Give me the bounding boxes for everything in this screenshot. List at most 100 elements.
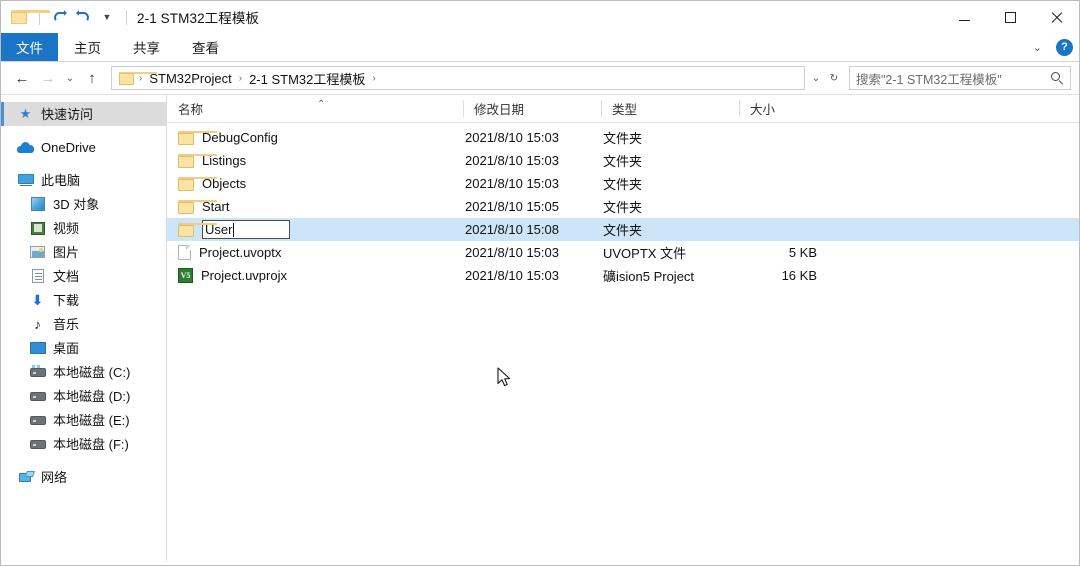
sidebar-item-label: 此电脑 xyxy=(41,172,81,188)
navigation-pane: ★ 快速访问 OneDrive 此电脑 3D 对象 视频 图片 文档 ⬇ 下载 … xyxy=(1,95,167,561)
address-bar: ← → ⌄ ↑ › STM32Project › 2-1 STM32工程模板 ›… xyxy=(1,62,1079,94)
recent-locations-icon[interactable]: ⌄ xyxy=(61,65,79,91)
sidebar-item-onedrive[interactable]: OneDrive xyxy=(1,135,166,159)
file-list-pane: 名称 ⌃ 修改日期 类型 大小 DebugConfig 2021/8/10 15… xyxy=(167,95,1079,561)
file-date: 2021/8/10 15:05 xyxy=(465,199,559,214)
column-header-size[interactable]: 大小 xyxy=(739,95,821,122)
file-name-cell: Listings xyxy=(167,153,463,168)
disk-icon xyxy=(29,388,46,405)
breadcrumb-bar[interactable]: › STM32Project › 2-1 STM32工程模板 › xyxy=(111,66,805,90)
search-input[interactable]: 搜索"2-1 STM32工程模板" xyxy=(849,66,1071,90)
table-row[interactable]: Listings 2021/8/10 15:03 文件夹 xyxy=(167,149,1079,172)
up-button[interactable]: ↑ xyxy=(79,65,105,91)
sidebar-item-local-disk-c[interactable]: 本地磁盘 (C:) xyxy=(1,360,166,384)
tab-home[interactable]: 主页 xyxy=(58,33,117,61)
system-disk-icon xyxy=(29,364,46,381)
music-icon: ♪ xyxy=(34,316,41,332)
folder-icon xyxy=(119,71,157,85)
monitor-icon xyxy=(17,172,34,189)
sidebar-item-this-pc[interactable]: 此电脑 xyxy=(1,168,166,192)
file-name-cell: Start xyxy=(167,199,463,214)
folder-icon xyxy=(178,130,217,145)
breadcrumb-item-1[interactable]: 2-1 STM32工程模板 xyxy=(245,69,369,88)
file-type: 文件夹 xyxy=(603,177,643,192)
generic-file-icon xyxy=(178,245,191,260)
column-header-type[interactable]: 类型 xyxy=(601,95,739,122)
disk-icon xyxy=(29,436,46,453)
tab-share[interactable]: 共享 xyxy=(117,33,176,61)
sidebar-item-documents[interactable]: 文档 xyxy=(1,264,166,288)
desktop-icon xyxy=(29,340,46,357)
sidebar-item-downloads[interactable]: ⬇ 下载 xyxy=(1,288,166,312)
sidebar-item-label: 3D 对象 xyxy=(53,196,100,212)
column-header-label: 大小 xyxy=(750,103,776,117)
column-header-name[interactable]: 名称 ⌃ xyxy=(167,95,463,122)
3d-object-icon xyxy=(29,196,46,213)
close-button[interactable] xyxy=(1033,1,1079,33)
sidebar-item-music[interactable]: ♪ 音乐 xyxy=(1,312,166,336)
video-icon xyxy=(29,220,46,237)
tab-view[interactable]: 查看 xyxy=(176,33,235,61)
table-row[interactable]: Start 2021/8/10 15:05 文件夹 xyxy=(167,195,1079,218)
table-row[interactable]: V5 Project.uvprojx 2021/8/10 15:03 礦isio… xyxy=(167,264,1079,287)
breadcrumb-separator: › xyxy=(139,72,143,84)
chevron-down-icon[interactable]: ⌄ xyxy=(1027,41,1048,54)
table-row[interactable]: DebugConfig 2021/8/10 15:03 文件夹 xyxy=(167,126,1079,149)
ribbon-right-controls: ⌄ ? xyxy=(1027,33,1073,61)
address-dropdown-icon[interactable]: ⌄ xyxy=(807,65,825,91)
sidebar-item-label: 图片 xyxy=(53,244,80,260)
help-icon[interactable]: ? xyxy=(1056,38,1073,56)
sidebar-item-local-disk-d[interactable]: 本地磁盘 (D:) xyxy=(1,384,166,408)
table-row-selected[interactable]: User 2021/8/10 15:08 文件夹 xyxy=(167,218,1079,241)
sidebar-item-network[interactable]: 网络 xyxy=(1,465,166,489)
sidebar-item-quick-access[interactable]: ★ 快速访问 xyxy=(1,102,166,126)
search-icon[interactable] xyxy=(1051,71,1064,85)
tab-file[interactable]: 文件 xyxy=(1,33,58,61)
address-bar-controls: ⌄ ↻ xyxy=(807,65,843,91)
sidebar-item-videos[interactable]: 视频 xyxy=(1,216,166,240)
table-row[interactable]: Project.uvoptx 2021/8/10 15:03 UVOPTX 文件… xyxy=(167,241,1079,264)
file-type: 文件夹 xyxy=(603,154,643,169)
explorer-body: ★ 快速访问 OneDrive 此电脑 3D 对象 视频 图片 文档 ⬇ 下载 … xyxy=(1,94,1079,561)
refresh-icon[interactable]: ↻ xyxy=(825,65,843,91)
breadcrumb-separator: › xyxy=(238,72,243,84)
folder-icon xyxy=(178,199,217,214)
sidebar-item-3d-objects[interactable]: 3D 对象 xyxy=(1,192,166,216)
undo-icon[interactable] xyxy=(47,6,71,28)
sidebar-item-label: 本地磁盘 (F:) xyxy=(53,436,129,452)
sidebar-item-label: OneDrive xyxy=(41,139,96,155)
column-header-date[interactable]: 修改日期 xyxy=(463,95,601,122)
table-row[interactable]: Objects 2021/8/10 15:03 文件夹 xyxy=(167,172,1079,195)
sidebar-item-label: 下载 xyxy=(53,292,80,308)
sidebar-item-pictures[interactable]: 图片 xyxy=(1,240,166,264)
folder-icon[interactable] xyxy=(11,10,50,24)
undo-glyph xyxy=(53,9,67,20)
title-bar: ▼ 2-1 STM32工程模板 xyxy=(1,1,1079,33)
sidebar-item-label: 本地磁盘 (D:) xyxy=(53,388,131,404)
sidebar-item-label: 桌面 xyxy=(53,340,80,356)
sidebar-item-local-disk-f[interactable]: 本地磁盘 (F:) xyxy=(1,432,166,456)
file-date: 2021/8/10 15:03 xyxy=(465,176,559,191)
file-name: Project.uvoptx xyxy=(199,245,282,260)
redo-icon[interactable] xyxy=(71,6,95,28)
toolbar-divider-2 xyxy=(126,9,127,25)
sidebar-item-label: 快速访问 xyxy=(41,106,94,122)
breadcrumb-item-0[interactable]: STM32Project xyxy=(145,71,235,86)
quick-access-toolbar: ▼ 2-1 STM32工程模板 xyxy=(1,1,259,33)
chevron-down-icon[interactable]: ▼ xyxy=(95,6,119,28)
cloud-icon xyxy=(17,139,34,156)
file-name-cell: DebugConfig xyxy=(167,130,463,145)
maximize-button[interactable] xyxy=(987,1,1033,33)
window-title: 2-1 STM32工程模板 xyxy=(137,11,260,26)
back-button[interactable]: ← xyxy=(9,65,35,91)
pin-star-icon: ★ xyxy=(19,106,32,121)
picture-icon xyxy=(29,244,46,261)
sidebar-item-desktop[interactable]: 桌面 xyxy=(1,336,166,360)
file-date: 2021/8/10 15:03 xyxy=(465,153,559,168)
minimize-button[interactable] xyxy=(941,1,987,33)
file-date: 2021/8/10 15:03 xyxy=(465,130,559,145)
sidebar-item-local-disk-e[interactable]: 本地磁盘 (E:) xyxy=(1,408,166,432)
